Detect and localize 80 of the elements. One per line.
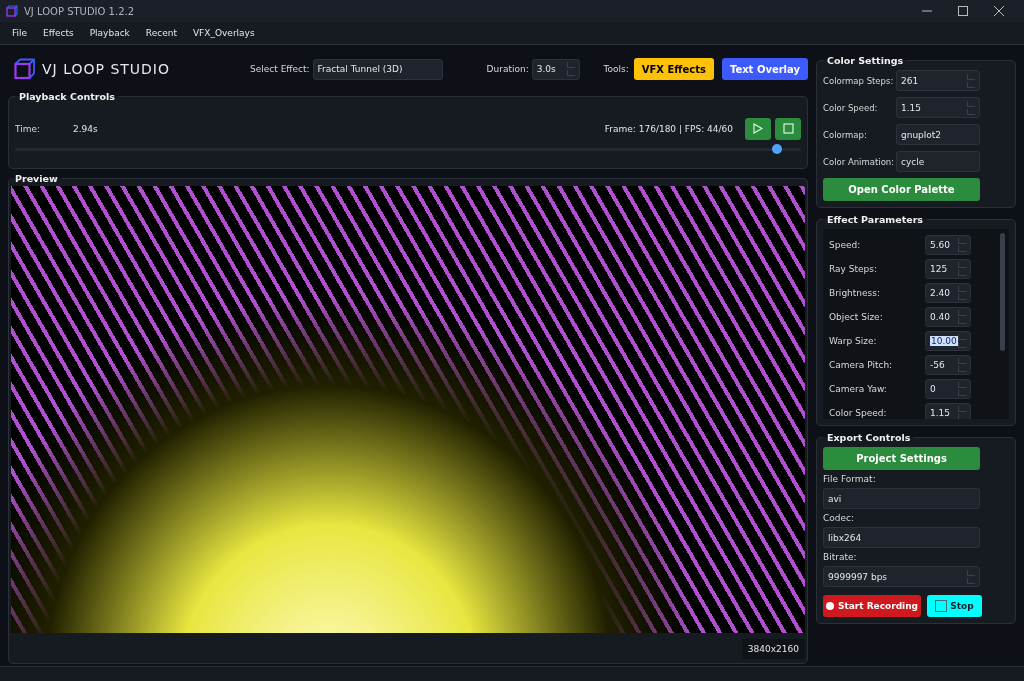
param-label: Color Speed: <box>829 408 888 418</box>
input-field[interactable]: avi <box>823 488 980 509</box>
spin-field[interactable]: -56 <box>925 355 971 375</box>
color-palette-button[interactable]: Open Color Palette <box>823 178 980 201</box>
param-label: Camera Yaw: <box>829 384 888 394</box>
spin-arrows-icon[interactable] <box>967 569 975 584</box>
field-label: Colormap Steps: <box>823 75 895 86</box>
maximize-icon[interactable] <box>958 6 968 16</box>
menu-item[interactable]: Recent <box>139 26 183 40</box>
input-field[interactable]: gnuplot2 <box>896 124 980 145</box>
record-dot-icon <box>825 602 834 610</box>
stop-recording-button[interactable]: Stop <box>927 595 982 617</box>
field-label: Colormap: <box>823 129 868 140</box>
start-recording-button[interactable]: Start Recording <box>823 595 921 617</box>
stop-button[interactable] <box>775 117 801 140</box>
field-label: Bitrate: <box>823 552 858 562</box>
project-settings-button[interactable]: Project Settings <box>823 447 980 470</box>
spin-field[interactable]: 1.15 <box>896 97 980 118</box>
spin-field[interactable]: 9999997 bps <box>823 566 980 587</box>
group-title: Effect Parameters <box>826 214 924 225</box>
cube-logo-icon <box>14 58 36 80</box>
spin-arrows-icon[interactable] <box>958 238 966 252</box>
input-field[interactable]: cycle <box>896 151 980 172</box>
stop-icon <box>782 123 794 134</box>
duration-label: Duration: <box>486 64 529 74</box>
param-label: Speed: <box>829 240 862 250</box>
spin-field[interactable]: 261 <box>896 70 980 91</box>
menu-item[interactable]: Effects <box>37 26 80 40</box>
stop-square-icon <box>935 600 948 612</box>
cube-icon <box>6 5 18 17</box>
spin-arrows-icon[interactable] <box>958 358 966 372</box>
spin-arrows-icon[interactable] <box>958 286 966 300</box>
field-label: Color Animation: <box>823 156 896 167</box>
close-icon[interactable] <box>994 6 1004 16</box>
spin-arrows-icon[interactable] <box>967 100 975 115</box>
spin-arrows-icon[interactable] <box>958 406 966 419</box>
param-label: Camera Pitch: <box>829 360 894 370</box>
spin-arrows-icon[interactable] <box>958 334 966 348</box>
spin-arrows-icon[interactable] <box>566 62 575 76</box>
spin-field[interactable]: 2.40 <box>925 283 971 303</box>
spin-arrows-icon[interactable] <box>958 310 966 324</box>
effect-label: Select Effect: <box>250 64 310 74</box>
field-label: File Format: <box>823 474 877 484</box>
slider-thumb[interactable] <box>772 143 783 154</box>
spin-field[interactable]: 1.15 <box>925 403 971 419</box>
time-value: 2.94s <box>73 123 98 134</box>
app-logo-text: VJ LOOP STUDIO <box>42 61 170 77</box>
tool-button[interactable]: VFX Effects <box>633 58 714 80</box>
group-title: Color Settings <box>826 55 905 66</box>
spin-field[interactable]: 5.60 <box>925 235 971 255</box>
time-label: Time: <box>15 123 42 134</box>
frame-info: Frame: 176/180 | FPS: 44/60 <box>604 123 733 134</box>
menu-item[interactable]: Playback <box>83 26 136 40</box>
play-button[interactable] <box>745 117 771 140</box>
param-label: Brightness: <box>829 288 881 298</box>
group-title: Export Controls <box>826 432 912 443</box>
window-title: VJ LOOP STUDIO 1.2.2 <box>24 5 135 17</box>
spin-field[interactable]: 10.00 <box>925 331 971 351</box>
menu-item[interactable]: VFX_Overlays <box>186 26 261 40</box>
spin-arrows-icon[interactable] <box>967 73 975 88</box>
tools-label: Tools: <box>603 64 629 74</box>
tool-button[interactable]: Text Overlay <box>721 58 808 80</box>
spin-field[interactable]: 125 <box>925 259 971 279</box>
effect-dropdown[interactable]: Fractal Tunnel (3D) <box>312 58 443 80</box>
param-label: Object Size: <box>829 312 884 322</box>
resolution-label: 3840x2160 <box>741 639 805 659</box>
param-label: Ray Steps: <box>829 264 878 274</box>
field-label: Codec: <box>823 513 856 523</box>
duration-field[interactable]: 3.0s <box>531 58 580 80</box>
group-title: Playback Controls <box>18 91 116 102</box>
input-field[interactable]: libx264 <box>823 527 980 548</box>
spin-field[interactable]: 0.40 <box>925 307 971 327</box>
spin-arrows-icon[interactable] <box>958 382 966 396</box>
spin-arrows-icon[interactable] <box>958 262 966 276</box>
menu-item[interactable]: File <box>6 26 34 40</box>
param-label: Warp Size: <box>829 336 878 346</box>
group-title: Preview <box>14 173 59 184</box>
play-icon <box>753 123 763 134</box>
field-label: Color Speed: <box>823 102 879 113</box>
spin-field[interactable]: 0 <box>925 379 971 399</box>
